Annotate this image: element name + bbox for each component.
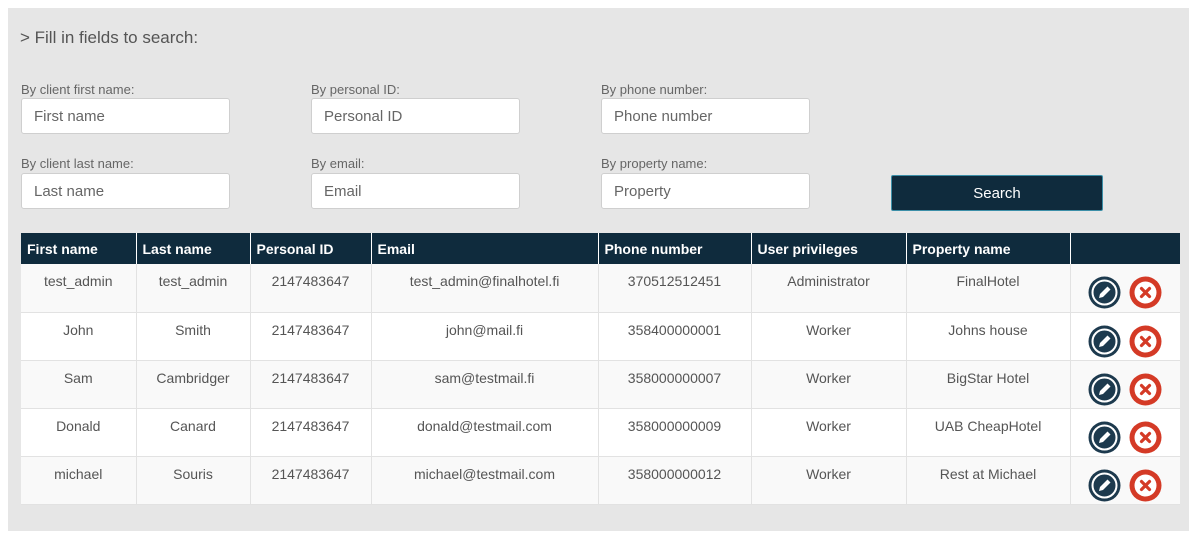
cell-email: donald@testmail.com [371,408,599,457]
cell-email: sam@testmail.fi [371,360,599,409]
pencil-icon [1088,421,1121,453]
cell-privileges: Administrator [751,264,907,313]
row-actions [1070,312,1180,361]
close-x-icon [1129,373,1162,405]
table-row: John Smith 2147483647 john@mail.fi 358400000… [21,312,1180,361]
close-x-icon [1129,469,1162,501]
cell-last-name: Smith [136,312,251,361]
edit-button[interactable] [1088,276,1121,309]
close-x-icon [1129,421,1162,453]
cell-property: Johns house [906,312,1071,361]
edit-button[interactable] [1088,421,1121,454]
delete-button[interactable] [1129,276,1162,309]
cell-phone: 358400000001 [598,312,752,361]
cell-privileges: Worker [751,456,907,505]
search-heading: > Fill in fields to search: [20,28,199,47]
action-buttons [1072,373,1180,406]
delete-button[interactable] [1129,373,1162,406]
cell-personal-id: 2147483647 [250,456,372,505]
cell-email: test_admin@finalhotel.fi [371,264,599,313]
edit-button[interactable] [1088,469,1121,502]
cell-property: BigStar Hotel [906,360,1071,409]
header-actions [1070,233,1180,264]
cell-last-name: test_admin [136,264,251,313]
search-panel: > Fill in fields to search: By client fi… [8,8,1189,531]
table-row: Donald Canard 2147483647 donald@testmail.co… [21,408,1180,457]
header-property: Property name [906,233,1071,264]
last-name-input[interactable] [21,173,230,209]
cell-first-name: michael [21,456,137,505]
cell-first-name: Sam [21,360,137,409]
close-x-icon [1129,325,1162,357]
last-name-label: By client last name: [21,156,134,171]
cell-personal-id: 2147483647 [250,312,372,361]
header-first-name: First name [21,233,137,264]
cell-first-name: test_admin [21,264,137,313]
pencil-icon [1088,373,1121,405]
cell-email: john@mail.fi [371,312,599,361]
pencil-icon [1088,469,1121,501]
header-privileges: User privileges [751,233,907,264]
close-x-icon [1129,276,1162,309]
cell-personal-id: 2147483647 [250,360,372,409]
cell-last-name: Souris [136,456,251,505]
header-phone: Phone number [598,233,752,264]
cell-property: FinalHotel [906,264,1071,313]
cell-phone: 358000000007 [598,360,752,409]
header-email: Email [371,233,599,264]
property-label: By property name: [601,156,708,171]
clients-table: First name Last name Personal ID Email P… [21,233,1180,505]
action-buttons [1072,469,1180,502]
phone-input[interactable] [601,98,810,134]
cell-personal-id: 2147483647 [250,408,372,457]
row-actions [1070,456,1180,505]
action-buttons [1072,421,1180,454]
cell-last-name: Cambridger [136,360,251,409]
first-name-input[interactable] [21,98,230,134]
cell-phone: 358000000012 [598,456,752,505]
cell-phone: 370512512451 [598,264,752,313]
cell-property: Rest at Michael [906,456,1071,505]
table-header-row: First name Last name Personal ID Email P… [21,233,1180,264]
row-actions [1070,360,1180,409]
action-buttons [1072,325,1180,358]
table-row: Sam Cambridger 2147483647 sam@testmail.fi 35… [21,360,1180,409]
property-input[interactable] [601,173,810,209]
edit-button[interactable] [1088,325,1121,358]
cell-last-name: Canard [136,408,251,457]
cell-privileges: Worker [751,408,907,457]
email-label: By email: [311,156,365,171]
edit-button[interactable] [1088,373,1121,406]
table-row: michael Souris 2147483647 michael@testmail.… [21,456,1180,505]
header-last-name: Last name [136,233,251,264]
cell-email: michael@testmail.com [371,456,599,505]
pencil-icon [1088,276,1121,309]
delete-button[interactable] [1129,325,1162,358]
cell-privileges: Worker [751,360,907,409]
row-actions [1070,408,1180,457]
cell-personal-id: 2147483647 [250,264,372,313]
first-name-label: By client first name: [21,82,135,97]
cell-first-name: John [21,312,137,361]
table-row: test_admin test_admin 2147483647 test_admin… [21,264,1180,313]
delete-button[interactable] [1129,421,1162,454]
row-actions [1070,264,1180,313]
pencil-icon [1088,325,1121,357]
phone-label: By phone number: [601,82,708,97]
personal-id-label: By personal ID: [311,82,400,97]
cell-privileges: Worker [751,312,907,361]
action-buttons [1072,276,1180,309]
cell-first-name: Donald [21,408,137,457]
cell-phone: 358000000009 [598,408,752,457]
personal-id-input[interactable] [311,98,520,134]
email-input[interactable] [311,173,520,209]
cell-property: UAB CheapHotel [906,408,1071,457]
header-personal-id: Personal ID [250,233,372,264]
delete-button[interactable] [1129,469,1162,502]
search-button[interactable]: Search [891,175,1103,211]
